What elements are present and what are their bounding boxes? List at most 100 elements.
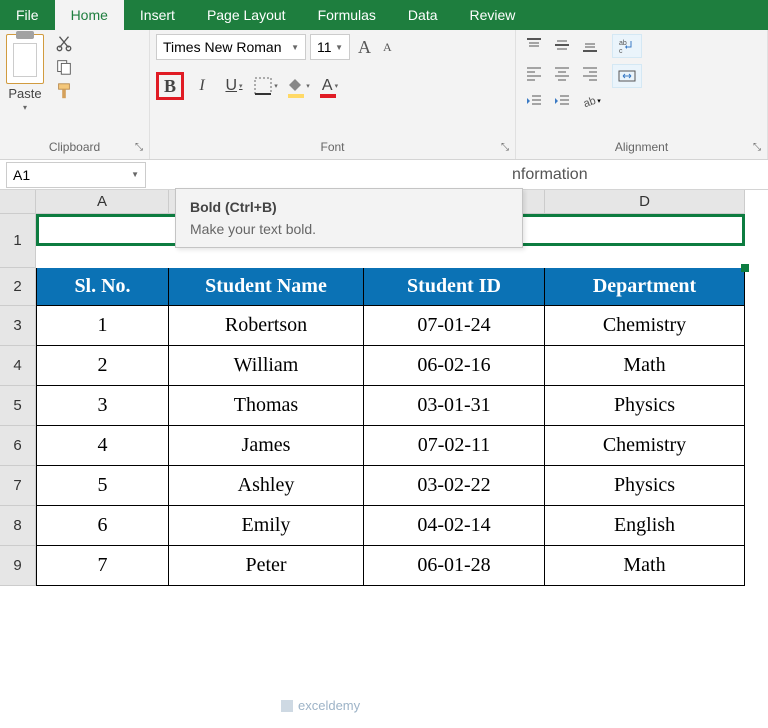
cell-slno[interactable]: 5 [36,466,169,506]
font-name-value: Times New Roman [163,39,282,55]
increase-indent-icon[interactable] [550,90,574,112]
cell-dept[interactable]: Physics [545,466,745,506]
select-all-corner[interactable] [0,190,36,214]
col-header-d[interactable]: D [545,190,745,214]
svg-text:ab: ab [582,95,597,109]
font-size-select[interactable]: 11▼ [310,34,350,60]
font-group-label: Font [320,140,344,154]
cell-id[interactable]: 03-01-31 [364,386,545,426]
clipboard-launcher-icon[interactable]: ⤡ [135,142,143,153]
tab-home[interactable]: Home [55,0,124,30]
cell-name[interactable]: James [169,426,364,466]
align-left-icon[interactable] [522,62,546,84]
cell-id[interactable]: 06-01-28 [364,546,545,586]
cell-name[interactable]: William [169,346,364,386]
paste-button[interactable]: Paste ▾ [6,34,44,112]
svg-text:c: c [619,48,623,55]
cell-dept[interactable]: Math [545,346,745,386]
name-box[interactable]: A1▼ [6,162,146,188]
cell-name[interactable]: Emily [169,506,364,546]
copy-icon[interactable] [54,58,74,76]
align-bottom-icon[interactable] [578,34,602,56]
bold-button[interactable]: B [156,72,184,100]
row-header-8[interactable]: 8 [0,506,36,546]
cell-name[interactable]: Robertson [169,306,364,346]
align-middle-icon[interactable] [550,34,574,56]
font-color-button[interactable]: A▾ [316,72,344,100]
name-box-value: A1 [13,167,30,183]
cell-slno[interactable]: 4 [36,426,169,466]
font-name-select[interactable]: Times New Roman▼ [156,34,306,60]
row-header-9[interactable]: 9 [0,546,36,586]
group-clipboard: Paste ▾ Clipboard ⤡ [0,30,150,159]
cell-id[interactable]: 06-02-16 [364,346,545,386]
cell-slno[interactable]: 1 [36,306,169,346]
orientation-icon[interactable]: ab▾ [578,90,602,112]
cell-name[interactable]: Ashley [169,466,364,506]
formula-bar-row: A1▼ nformation [0,160,768,190]
group-alignment: ab▾ abc Alignment⤡ [516,30,768,159]
formula-bar-text: nformation [152,166,588,184]
cell-slno[interactable]: 7 [36,546,169,586]
borders-button[interactable]: ▾ [252,72,280,100]
cut-icon[interactable] [54,34,74,52]
cell-slno[interactable]: 2 [36,346,169,386]
increase-font-icon[interactable]: A [354,37,375,58]
cell-id[interactable]: 03-02-22 [364,466,545,506]
font-size-value: 11 [317,39,332,55]
fill-color-button[interactable]: ▾ [284,72,312,100]
cell-name[interactable]: Thomas [169,386,364,426]
tab-file[interactable]: File [0,0,55,30]
tab-page-layout[interactable]: Page Layout [191,0,302,30]
merge-center-button[interactable] [612,64,642,88]
cell-id[interactable]: 04-02-14 [364,506,545,546]
cell-id[interactable]: 07-02-11 [364,426,545,466]
cell-name[interactable]: Peter [169,546,364,586]
cell-dept[interactable]: English [545,506,745,546]
underline-button[interactable]: U▾ [220,72,248,100]
ribbon-tabs: File Home Insert Page Layout Formulas Da… [0,0,768,30]
paste-label: Paste [8,86,41,101]
fill-handle[interactable] [741,264,749,272]
tooltip-body: Make your text bold. [190,221,508,237]
row-header-2[interactable]: 2 [0,268,36,306]
cell-dept[interactable]: Physics [545,386,745,426]
row-header-1[interactable]: 1 [0,214,36,268]
bold-tooltip: Bold (Ctrl+B) Make your text bold. [175,188,523,248]
header-student-name[interactable]: Student Name [169,268,364,306]
alignment-launcher-icon[interactable]: ⤡ [753,142,761,153]
tab-formulas[interactable]: Formulas [302,0,392,30]
cell-dept[interactable]: Chemistry [545,306,745,346]
cell-dept[interactable]: Chemistry [545,426,745,466]
wrap-text-button[interactable]: abc [612,34,642,58]
col-header-a[interactable]: A [36,190,169,214]
decrease-font-icon[interactable]: A [379,40,396,55]
tooltip-title: Bold (Ctrl+B) [190,199,508,215]
align-right-icon[interactable] [578,62,602,84]
watermark: exceldemy [280,698,360,713]
header-student-id[interactable]: Student ID [364,268,545,306]
cell-slno[interactable]: 6 [36,506,169,546]
row-header-3[interactable]: 3 [0,306,36,346]
row-header-5[interactable]: 5 [0,386,36,426]
italic-button[interactable]: I [188,72,216,100]
clipboard-group-label: Clipboard [49,140,100,154]
svg-text:ab: ab [619,40,627,47]
decrease-indent-icon[interactable] [522,90,546,112]
row-header-7[interactable]: 7 [0,466,36,506]
cell-id[interactable]: 07-01-24 [364,306,545,346]
tab-data[interactable]: Data [392,0,454,30]
tab-review[interactable]: Review [454,0,532,30]
cell-dept[interactable]: Math [545,546,745,586]
row-header-4[interactable]: 4 [0,346,36,386]
header-department[interactable]: Department [545,268,745,306]
align-center-icon[interactable] [550,62,574,84]
align-top-icon[interactable] [522,34,546,56]
format-painter-icon[interactable] [54,82,74,100]
header-sl-no[interactable]: Sl. No. [36,268,169,306]
tab-insert[interactable]: Insert [124,0,191,30]
row-header-6[interactable]: 6 [0,426,36,466]
group-font: Times New Roman▼ 11▼ A A B I U▾ ▾ ▾ A▾ F… [150,30,516,159]
cell-slno[interactable]: 3 [36,386,169,426]
font-launcher-icon[interactable]: ⤡ [501,142,509,153]
